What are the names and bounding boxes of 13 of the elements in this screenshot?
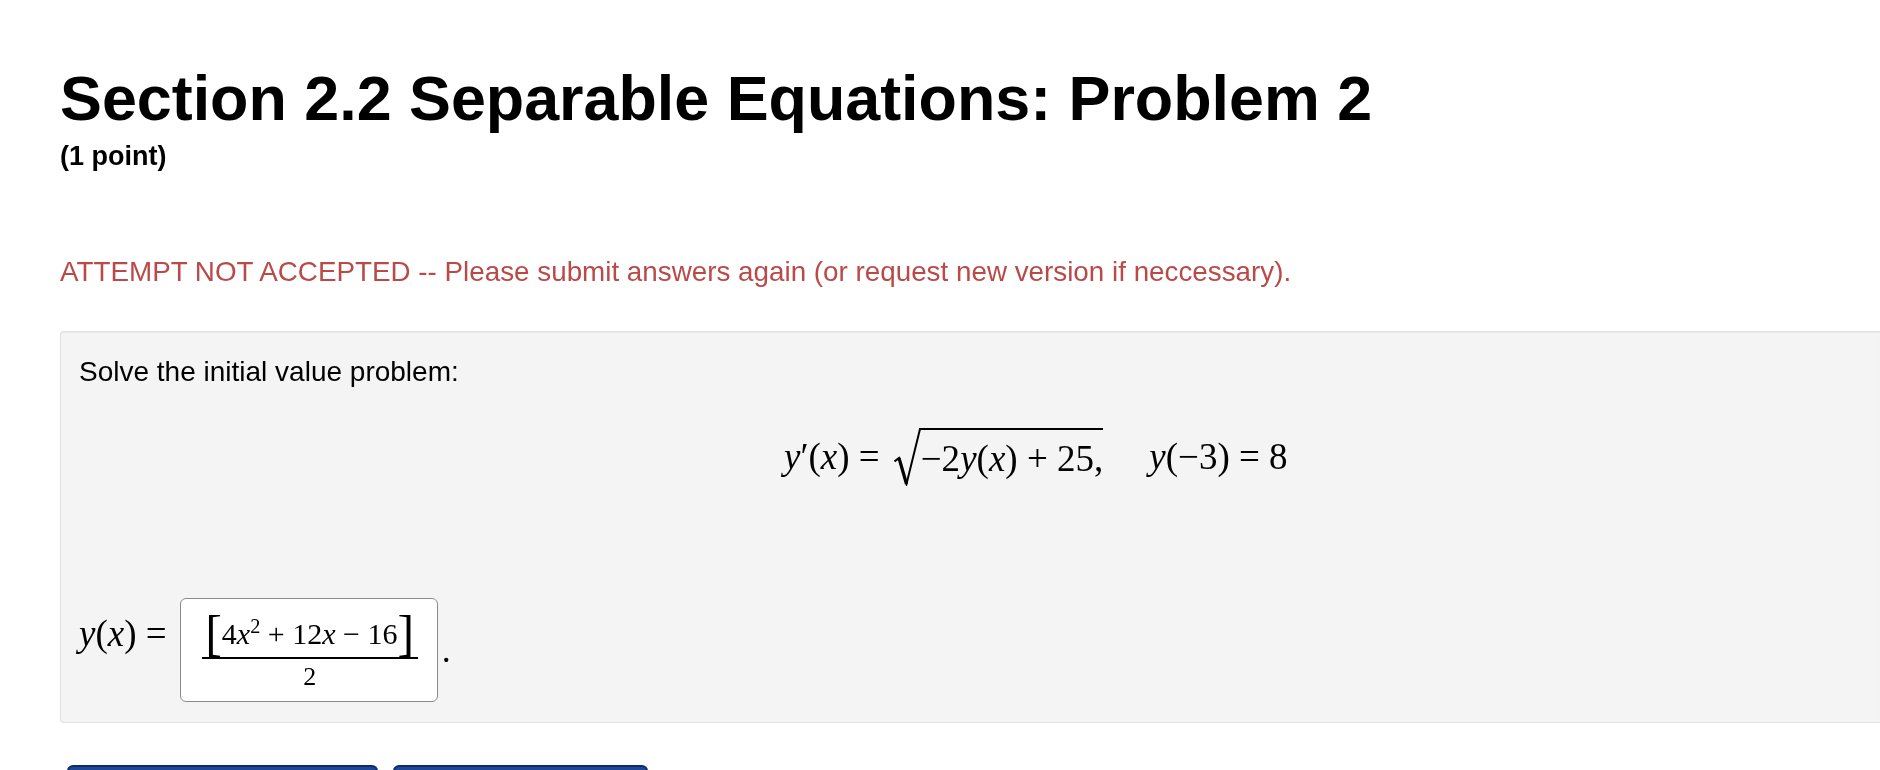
action-button[interactable] — [393, 764, 648, 770]
radicand: −2y(x) + 25, — [920, 427, 1104, 477]
answer-denominator: 2 — [303, 663, 317, 690]
points-label: (1 point) — [60, 142, 167, 170]
action-button[interactable] — [67, 764, 378, 770]
square-root-sign-icon — [893, 427, 921, 486]
period-mark: . — [441, 631, 451, 668]
answer-numerator: 4x$^{2}$ + 12x − 16 — [221, 618, 398, 649]
bracket: [ — [205, 611, 222, 657]
bracket: ] — [397, 611, 415, 657]
problem-prompt: Solve the initial value problem: — [79, 357, 459, 386]
status-message: ATTEMPT NOT ACCEPTED -- Please submit answers again (or request new version if neccessary). — [60, 257, 1292, 286]
answer-field[interactable]: [4x$^{2}$ + 12x − 16] 2 — [179, 597, 438, 702]
